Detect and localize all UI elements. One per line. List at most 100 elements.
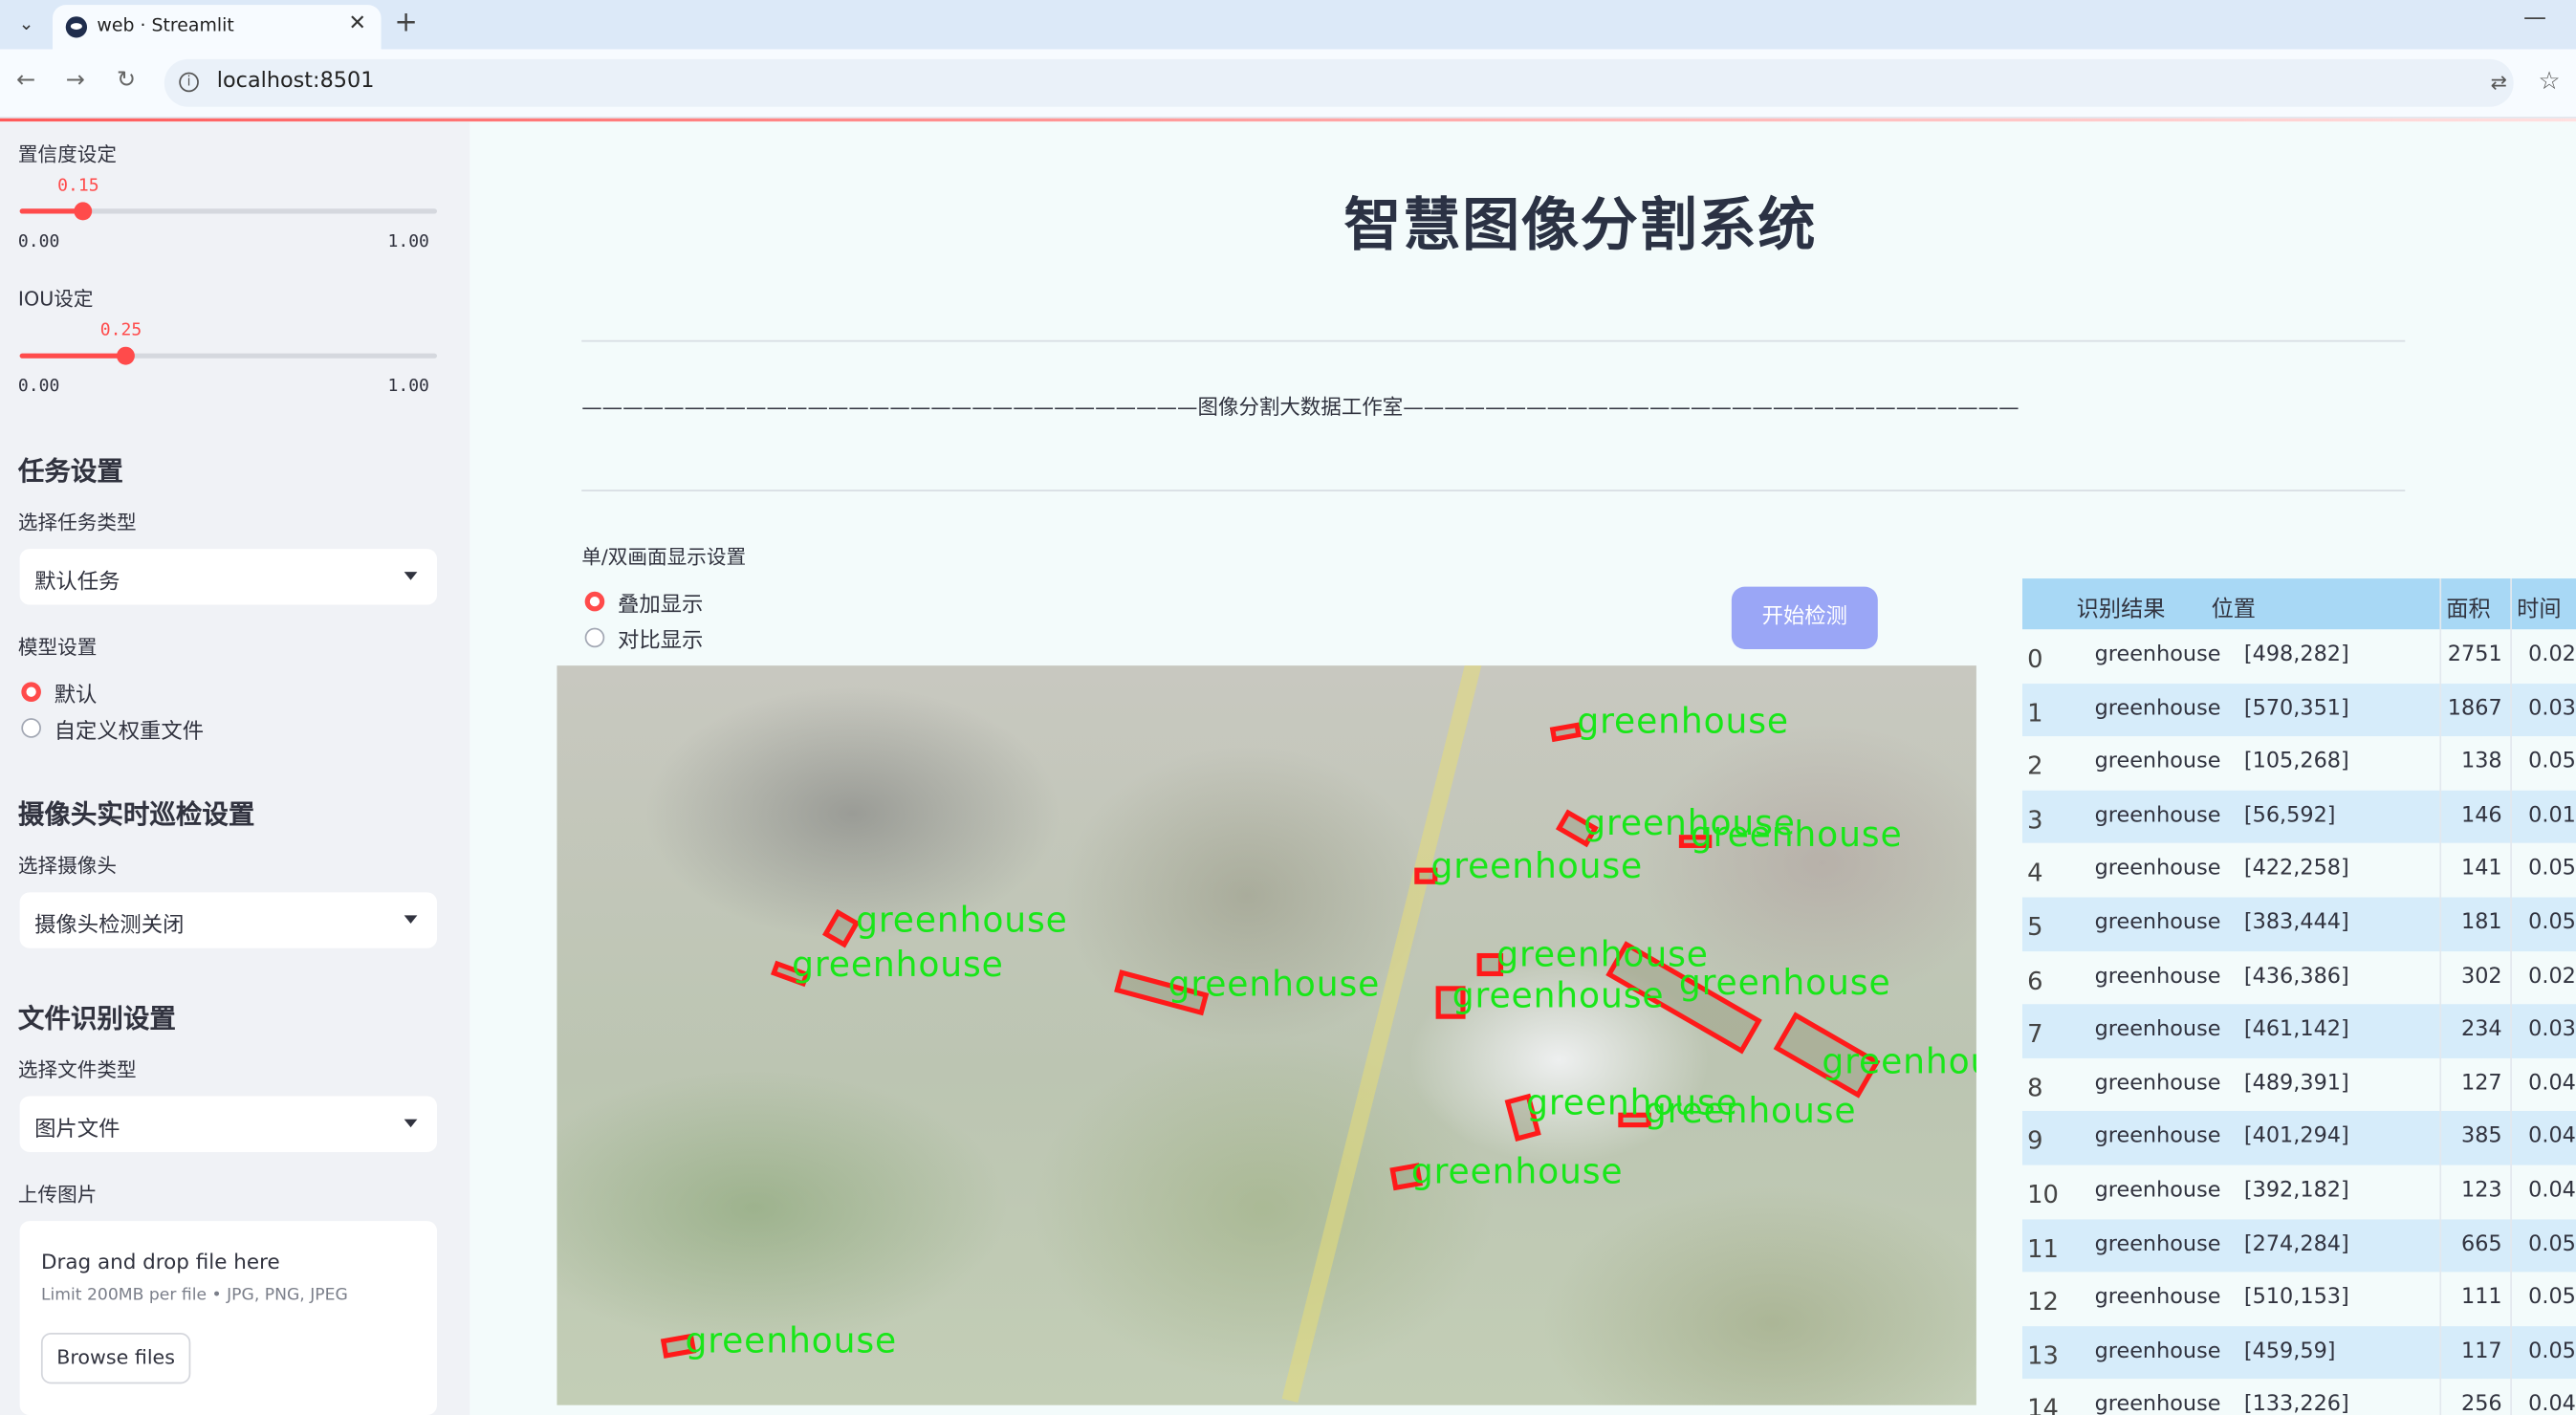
compare-label[interactable]: 对比显示 [618,622,703,654]
url-field[interactable]: i localhost:8501 [164,58,2514,107]
row-time: 0.05 [2528,857,2576,882]
detection-label: greenhouse [1430,846,1644,886]
row-index: 14 [2027,1394,2059,1415]
start-detection-button[interactable]: 开始检测 [1731,586,1878,649]
row-area: 2751 [2447,642,2502,667]
detection-label: greenhouse [1496,935,1709,975]
row-index: 10 [2027,1180,2059,1210]
row-position: [383,444] [2243,910,2349,936]
table-row[interactable]: 9 greenhouse [401,294] 385 0.04 [2021,1111,2576,1165]
model-default-radio[interactable] [21,682,41,702]
iou-min: 0.00 [17,376,60,397]
row-time: 0.05 [2528,1285,2576,1311]
table-row[interactable]: 7 greenhouse [461,142] 234 0.03 [2021,1004,2576,1058]
model-default-label[interactable]: 默认 [55,677,98,708]
reload-icon[interactable]: ↻ [117,67,136,94]
header-position[interactable]: 位置 [2212,590,2256,623]
overlay-radio[interactable] [584,591,605,612]
row-position: [510,153] [2243,1285,2349,1311]
table-row[interactable]: 12 greenhouse [510,153] 111 0.05 [2021,1272,2576,1326]
compare-radio[interactable] [584,627,605,648]
row-area: 181 [2461,910,2502,936]
header-time[interactable]: 时间 [2517,590,2561,623]
row-position: [422,258] [2243,857,2349,882]
site-info-icon[interactable]: i [179,72,199,93]
row-index: 0 [2027,643,2043,674]
iou-value: 0.25 [99,320,142,340]
detection-box [822,908,861,948]
file-dropzone[interactable]: Drag and drop file here Limit 200MB per … [19,1221,438,1415]
file-type-select[interactable]: 图片文件 [19,1096,438,1152]
table-row[interactable]: 2 greenhouse [105,268] 138 0.05 [2021,736,2576,791]
table-row[interactable]: 0 greenhouse [498,282] 2751 0.02 [2021,629,2576,684]
header-area[interactable]: 面积 [2446,590,2490,623]
tab-list-icon[interactable]: ⌄ [10,9,42,41]
camera-label: 选择摄像头 [17,854,118,878]
row-result: greenhouse [2094,1124,2221,1150]
row-position: [392,182] [2243,1178,2349,1204]
upload-label: 上传图片 [17,1183,98,1207]
detection-label: greenhouse [1690,815,1903,855]
task-type-label: 选择任务类型 [17,511,137,534]
row-area: 1867 [2447,696,2502,721]
row-position: [274,284] [2243,1231,2349,1257]
new-tab-button[interactable]: + [394,7,417,39]
table-row[interactable]: 1 greenhouse [570,351] 1867 0.03 [2021,683,2576,737]
row-result: greenhouse [2094,1071,2221,1097]
minimize-icon[interactable]: — [2523,5,2546,32]
confidence-min: 0.00 [17,231,60,251]
browser-tab-bar: ⌄ web · Streamlit ✕ + — [0,0,2576,50]
confidence-value: 0.15 [57,175,99,196]
row-time: 0.02 [2528,642,2576,667]
table-row[interactable]: 5 greenhouse [383,444] 181 0.05 [2021,897,2576,951]
overlay-label[interactable]: 叠加显示 [618,587,703,619]
confidence-slider[interactable] [19,202,438,221]
detection-label: greenhouse [1452,976,1665,1016]
streamlit-logo-icon [65,16,88,38]
row-time: 0.04 [2528,1124,2576,1150]
row-area: 385 [2461,1124,2502,1150]
translate-icon[interactable]: ⇄ [2491,71,2507,94]
iou-slider-thumb[interactable] [116,346,135,365]
iou-slider[interactable] [19,346,438,365]
row-time: 0.05 [2528,1339,2576,1364]
row-position: [498,282] [2243,642,2349,667]
close-tab-icon[interactable]: ✕ [348,11,366,36]
row-result: greenhouse [2094,1339,2221,1364]
camera-select[interactable]: 摄像头检测关闭 [19,892,438,948]
table-row[interactable]: 8 greenhouse [489,391] 127 0.04 [2021,1057,2576,1112]
row-area: 123 [2461,1178,2502,1204]
table-row[interactable]: 11 greenhouse [274,284] 665 0.05 [2021,1218,2576,1273]
table-row[interactable]: 13 greenhouse [459,59] 117 0.05 [2021,1325,2576,1380]
confidence-slider-thumb[interactable] [74,202,93,221]
row-time: 0.02 [2528,964,2576,990]
file-type-label: 选择文件类型 [17,1057,137,1082]
model-custom-label[interactable]: 自定义权重文件 [55,713,204,745]
header-result[interactable]: 识别结果 [2077,590,2166,623]
row-index: 9 [2027,1126,2043,1157]
row-time: 0.03 [2528,1017,2576,1043]
table-row[interactable]: 14 greenhouse [133,226] 256 0.04 [2021,1379,2576,1415]
row-area: 138 [2461,750,2502,774]
page-title: 智慧图像分割系统 [1343,193,1818,260]
row-result: greenhouse [2094,964,2221,990]
back-icon[interactable]: ← [16,67,35,94]
table-row[interactable]: 3 greenhouse [56,592] 146 0.01 [2021,790,2576,844]
browser-tab[interactable]: web · Streamlit ✕ [52,5,382,50]
table-row[interactable]: 10 greenhouse [392,182] 123 0.04 [2021,1165,2576,1219]
row-result: greenhouse [2094,857,2221,882]
row-result: greenhouse [2094,750,2221,774]
row-area: 146 [2461,803,2502,828]
bookmark-star-icon[interactable]: ☆ [2538,66,2560,96]
dropzone-limit: Limit 200MB per file • JPG, PNG, JPEG [40,1286,348,1305]
browse-files-button[interactable]: Browse files [40,1333,191,1384]
results-table[interactable]: 识别结果 位置 面积 时间 0 greenhouse [498,282] 2751 0.… [2021,578,2576,1415]
road-feature [1281,665,1485,1404]
table-row[interactable]: 4 greenhouse [422,258] 141 0.05 [2021,843,2576,898]
task-type-select[interactable]: 默认任务 [19,549,438,605]
task-section-heading: 任务设置 [17,455,123,487]
model-custom-radio[interactable] [21,718,41,738]
table-row[interactable]: 6 greenhouse [436,386] 302 0.02 [2021,950,2576,1005]
model-label: 模型设置 [17,636,98,660]
forward-icon[interactable]: → [66,67,85,94]
